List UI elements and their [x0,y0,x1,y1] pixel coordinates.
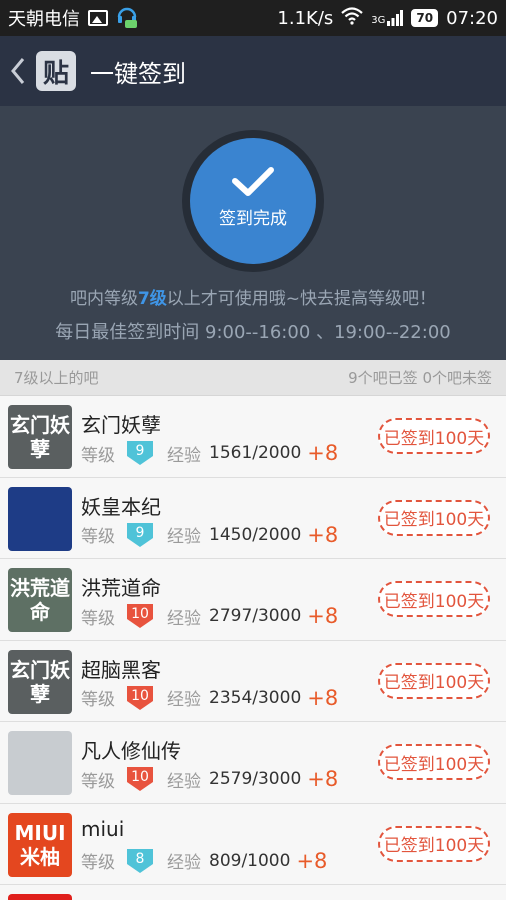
exp-gain: +8 [307,604,339,628]
network-speed: 1.1K/s [277,7,334,29]
exp-gain: +8 [307,441,339,465]
level-label: 等级 [81,690,115,710]
forum-stats: 等级 10 经验 2579/3000 +8 [81,766,338,792]
level-value: 9 [135,524,145,541]
sign-in-complete-badge: 签到完成 [182,130,324,272]
back-arrow-icon[interactable] [10,53,30,89]
forum-name: 玄门妖孽 [81,413,161,437]
signed-days-stamp: 已签到100天 [378,499,490,536]
signed-days-stamp: 已签到100天 [378,418,490,454]
level-value: 10 [131,769,149,785]
section-title: 7级以上的吧 [14,369,99,387]
best-sign-in-time: 每日最佳签到时间 9:00--16:00 、19:00--22:00 [55,322,451,343]
forum-name: 凡人修仙传 [81,739,181,763]
exp-label: 经验 [167,690,201,710]
exp-value: 1561/2000 [209,443,302,463]
forum-row[interactable]: 玄门妖孽 超脑黑客 等级 10 经验 2354/3000 +8 已签到100天 [0,640,506,722]
forum-stats: 等级 9 经验 1450/2000 +8 [81,522,338,548]
battery-icon: 70 [411,9,439,27]
level-badge: 8 [125,848,155,874]
forum-row-partial[interactable] [0,885,506,900]
signed-days-stamp: 已签到100天 [378,825,490,862]
level-label: 等级 [81,771,115,792]
section-header: 7级以上的吧 9个吧已签 0个吧未签 [0,360,506,396]
signed-days-stamp: 已签到100天 [378,744,490,780]
exp-gain: +8 [307,522,339,547]
forum-avatar [8,894,72,900]
forum-avatar-text: 玄门妖孽 [10,657,70,706]
required-level: 7级 [137,289,167,309]
sign-in-status-panel: 签到完成 吧内等级7级以上才可使用哦~快去提高等级吧！ 每日最佳签到时间 9:0… [0,106,506,360]
level-label: 等级 [81,527,115,547]
carrier-name: 天朝电信 [8,9,80,30]
level-badge: 10 [125,603,155,629]
wifi-icon [341,6,364,30]
exp-label: 经验 [167,853,201,873]
forum-avatar: MIUI 米柚 [8,812,72,877]
forum-list: 玄门妖孽 玄门妖孽 等级 9 经验 1561/2000 +8 已签到100天 妖… [0,396,506,900]
forum-avatar [8,731,72,795]
sign-in-summary: 9个吧已签 0个吧未签 [348,369,492,387]
exp-value: 2579/3000 [209,769,302,789]
exp-label: 经验 [167,445,201,466]
sign-in-complete-circle: 签到完成 [190,138,316,264]
level-value: 8 [135,850,145,867]
forum-avatar: 玄门妖孽 [8,649,72,714]
level-value: 9 [135,443,145,459]
exp-label: 经验 [167,771,201,792]
forum-avatar-text: 洪荒道命 [10,576,70,624]
exp-gain: +8 [307,767,339,791]
forum-stats: 等级 8 经验 809/1000 +8 [81,848,327,874]
forum-row[interactable]: 凡人修仙传 等级 10 经验 2579/3000 +8 已签到100天 [0,722,506,804]
level-value: 10 [131,606,149,622]
level-badge: 9 [125,440,155,466]
level-value: 10 [131,687,149,704]
headset-notification-icon [116,4,138,33]
level-label: 等级 [81,608,115,629]
status-bar: 天朝电信 1.1K/s 3G 70 07:20 [0,0,506,36]
image-notification-icon [88,10,108,26]
exp-value: 2797/3000 [209,606,302,626]
forum-avatar-text [8,487,72,551]
exp-gain: +8 [307,685,339,710]
exp-gain: +8 [296,848,328,873]
forum-stats: 等级 10 经验 2354/3000 +8 [81,685,338,711]
signal-3g-icon: 3G [371,10,404,26]
signed-days-stamp: 已签到100天 [378,662,490,699]
exp-value: 1450/2000 [209,524,302,545]
exp-label: 经验 [167,608,201,629]
level-badge: 10 [125,685,155,711]
signed-days-stamp: 已签到100天 [378,581,490,617]
forum-stats: 等级 9 经验 1561/2000 +8 [81,440,338,466]
forum-avatar-text [8,731,72,795]
level-requirement-hint: 吧内等级7级以上才可使用哦~快去提高等级吧！ [69,289,437,309]
forum-row[interactable]: 妖皇本纪 等级 9 经验 1450/2000 +8 已签到100天 [0,477,506,559]
exp-value: 809/1000 [209,850,291,871]
forum-row[interactable]: MIUI 米柚 miui 等级 8 经验 809/1000 +8 已签到100天 [0,803,506,885]
title-bar: 贴 一键签到 [0,36,506,106]
forum-avatar-text: MIUI 米柚 [14,820,66,869]
exp-value: 2354/3000 [209,687,302,708]
tieba-logo: 贴 [36,51,76,91]
forum-avatar: 洪荒道命 [8,568,72,632]
page-title: 一键签到 [90,59,186,88]
exp-label: 经验 [167,527,201,547]
clock: 07:20 [446,7,498,29]
forum-name: 超脑黑客 [81,657,161,682]
level-badge: 9 [125,522,155,548]
checkmark-icon [232,167,274,196]
forum-row[interactable]: 玄门妖孽 玄门妖孽 等级 9 经验 1561/2000 +8 已签到100天 [0,396,506,478]
forum-name: 洪荒道命 [81,576,161,600]
forum-name: miui [81,816,125,841]
level-badge: 10 [125,766,155,792]
forum-avatar: 玄门妖孽 [8,405,72,469]
level-label: 等级 [81,853,115,873]
sign-in-complete-label: 签到完成 [219,209,287,229]
forum-name: 妖皇本纪 [81,494,161,519]
forum-stats: 等级 10 经验 2797/3000 +8 [81,603,338,629]
forum-avatar [8,486,72,551]
level-label: 等级 [81,445,115,466]
forum-row[interactable]: 洪荒道命 洪荒道命 等级 10 经验 2797/3000 +8 已签到100天 [0,559,506,641]
forum-avatar-text: 玄门妖孽 [10,413,70,461]
